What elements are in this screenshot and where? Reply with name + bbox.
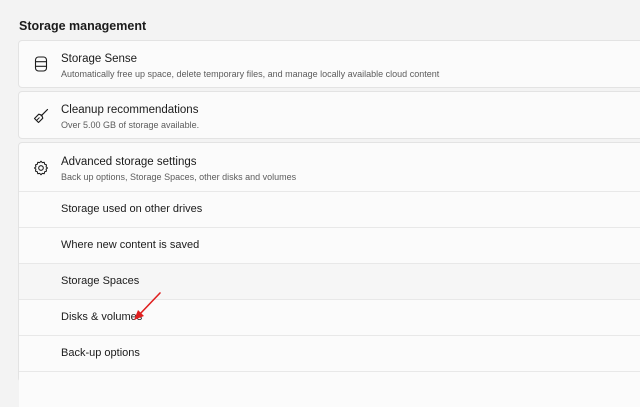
back-up-options-item[interactable]: Back-up options (19, 335, 640, 371)
storage-spaces-item[interactable]: Storage Spaces (19, 263, 640, 299)
list-item-label: Storage used on other drives (61, 203, 203, 215)
storage-sense-description: Automatically free up space, delete temp… (61, 69, 440, 79)
cleanup-recommendations-card[interactable]: Cleanup recommendations Over 5.00 GB of … (18, 91, 640, 139)
storage-drive-icon (31, 54, 51, 74)
list-item-label: Storage Spaces (61, 275, 140, 287)
disks-and-volumes-item[interactable]: Disks & volumes (19, 299, 640, 335)
storage-used-on-other-drives-item[interactable]: Storage used on other drives (19, 191, 640, 227)
gear-icon (31, 158, 51, 178)
advanced-storage-settings-header[interactable]: Advanced storage settings Back up option… (19, 143, 640, 191)
cleanup-recommendations-description: Over 5.00 GB of storage available. (61, 120, 200, 130)
list-item-partial[interactable] (19, 371, 640, 407)
annotation-arrow-icon (134, 292, 161, 320)
storage-sense-card[interactable]: Storage Sense Automatically free up spac… (18, 40, 640, 88)
list-item-label: Where new content is saved (61, 239, 200, 251)
list-item-label: Back-up options (61, 347, 140, 359)
advanced-storage-settings-title: Advanced storage settings (61, 156, 197, 168)
cleanup-recommendations-title: Cleanup recommendations (61, 104, 199, 116)
storage-sense-title: Storage Sense (61, 53, 138, 65)
advanced-storage-settings-description: Back up options, Storage Spaces, other d… (61, 172, 297, 182)
section-title: Storage management (19, 19, 147, 33)
broom-icon (31, 106, 51, 126)
where-new-content-is-saved-item[interactable]: Where new content is saved (19, 227, 640, 263)
advanced-storage-settings-card: Advanced storage settings Back up option… (18, 142, 640, 407)
